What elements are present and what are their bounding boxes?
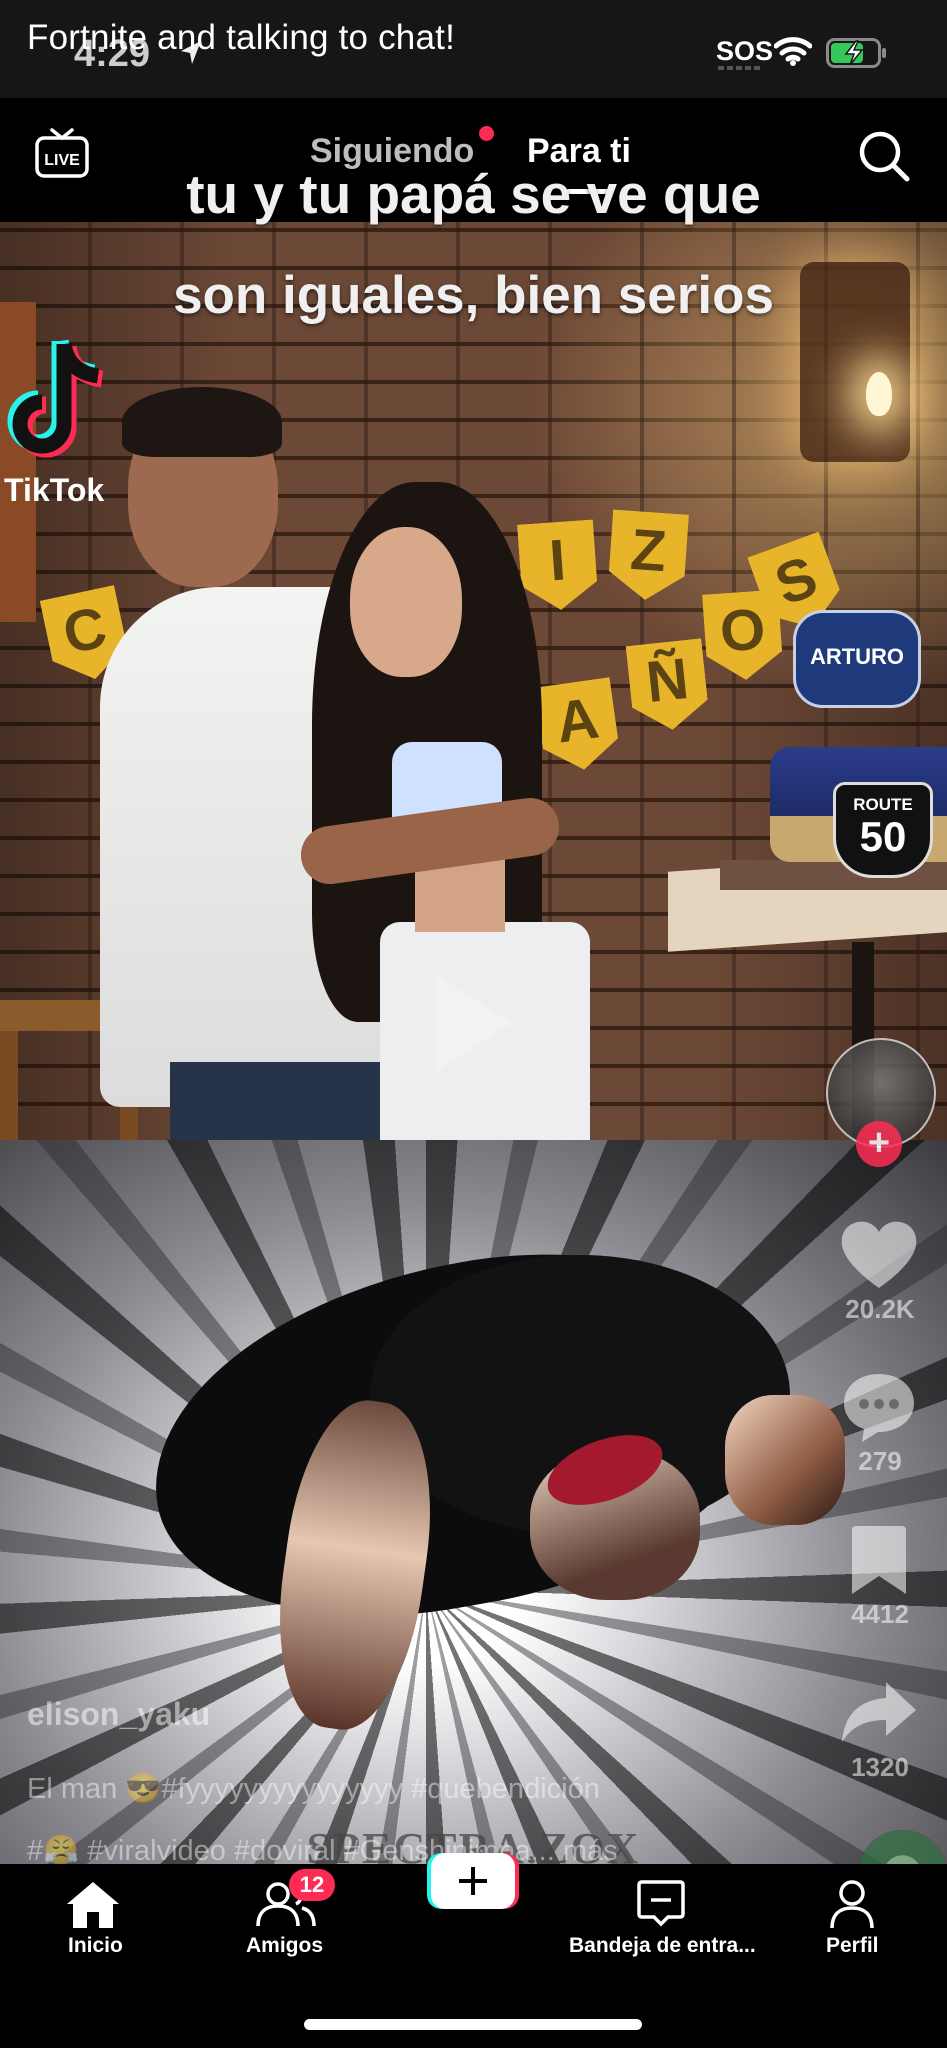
comment-icon bbox=[844, 1374, 914, 1442]
home-icon bbox=[67, 1882, 119, 1928]
light-bulb bbox=[866, 372, 892, 416]
follow-button[interactable]: + bbox=[856, 1121, 902, 1167]
nav-home[interactable] bbox=[65, 1880, 121, 1935]
friends-notification-badge: 12 bbox=[289, 1869, 335, 1901]
create-button[interactable] bbox=[427, 1851, 519, 1911]
nav-inbox[interactable] bbox=[636, 1878, 686, 1933]
play-icon[interactable] bbox=[428, 968, 518, 1083]
bookmark-icon bbox=[852, 1526, 906, 1594]
nav-profile[interactable] bbox=[828, 1878, 876, 1935]
signal-dots-icon bbox=[718, 66, 760, 70]
comment-count: 279 bbox=[858, 1446, 902, 1476]
wifi-icon bbox=[773, 36, 813, 71]
heart-icon bbox=[841, 1221, 917, 1288]
video-caption-line-1: tu y tu papá se ve que bbox=[186, 163, 761, 225]
video-caption-line-2: son iguales, bien serios bbox=[173, 266, 774, 325]
save-button[interactable] bbox=[838, 1524, 920, 1598]
profile-icon bbox=[830, 1880, 874, 1929]
girl-face bbox=[350, 527, 462, 677]
like-button[interactable] bbox=[838, 1218, 920, 1292]
sos-indicator: SOS bbox=[716, 36, 774, 66]
nav-profile-label: Perfil bbox=[826, 1934, 879, 1957]
home-indicator bbox=[304, 2019, 642, 2030]
video-description-line-2[interactable]: #😤 #viralvideo #doviral #Genshinimpa... … bbox=[27, 1834, 618, 1868]
cake-badge: ARTURO bbox=[793, 610, 921, 708]
like-count: 20.2K bbox=[845, 1294, 915, 1324]
nav-inbox-label: Bandeja de entra... bbox=[569, 1934, 756, 1957]
share-button[interactable] bbox=[838, 1676, 920, 1750]
plus-icon bbox=[427, 1853, 519, 1909]
man-hair bbox=[122, 387, 282, 457]
video-description-line-1[interactable]: El man 😎#fyyyyyyyyyyyyyyy #quebendición bbox=[27, 1772, 600, 1806]
share-count: 1320 bbox=[851, 1752, 909, 1782]
nav-home-label: Inicio bbox=[68, 1934, 123, 1957]
comment-button[interactable] bbox=[838, 1370, 920, 1444]
save-count: 4412 bbox=[851, 1599, 909, 1629]
creator-username[interactable]: elison_yaku bbox=[27, 1696, 210, 1733]
route-sign-number: 50 bbox=[859, 813, 907, 860]
tiktok-watermark-text: TikTok bbox=[4, 472, 105, 508]
route-sign: ROUTE 50 bbox=[833, 782, 933, 878]
inbox-message-icon bbox=[637, 1880, 685, 1927]
nav-friends-label: Amigos bbox=[246, 1934, 324, 1957]
new-content-dot bbox=[479, 126, 494, 141]
man-pants bbox=[170, 1062, 410, 1140]
notification-banner-text[interactable]: Fortnite and talking to chat! bbox=[27, 18, 455, 58]
battery-charging-icon bbox=[826, 38, 888, 73]
share-arrow-icon bbox=[842, 1682, 916, 1742]
route-sign-label: ROUTE bbox=[853, 795, 913, 814]
